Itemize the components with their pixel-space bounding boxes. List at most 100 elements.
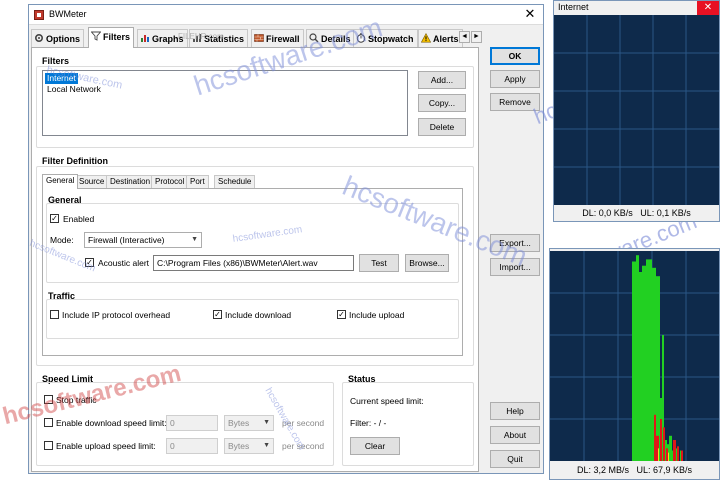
download-activity-bar (656, 276, 660, 461)
filters-listbox[interactable]: Internet Local Network (42, 70, 408, 136)
tab-firewall-label: Firewall (266, 34, 300, 44)
browse-sound-button[interactable]: Browse... (405, 254, 449, 272)
tab-details[interactable]: Details (306, 29, 355, 47)
stop-traffic-checkbox[interactable] (44, 395, 53, 404)
chevron-down-icon: ▼ (263, 442, 270, 449)
tab-filters[interactable]: Filters (88, 27, 135, 48)
mode-label: Mode: (50, 235, 74, 245)
upload-activity-bar (663, 427, 665, 461)
tab-statistics-label: Statistics (204, 34, 245, 44)
download-per-second-label: per second (282, 418, 325, 428)
bwmeter-app-icon (34, 10, 44, 20)
filter-item-internet[interactable]: Internet (45, 73, 78, 84)
tab-options-label: Options (46, 34, 80, 44)
general-subtab-panel: General ✓ Enabled Mode: Firewall (Intera… (42, 188, 463, 356)
close-icon[interactable]: ✕ (523, 7, 537, 21)
ip-overhead-label: Include IP protocol overhead (62, 310, 171, 320)
traffic-graph-canvas (550, 251, 719, 461)
tab-stopwatch-label: Stopwatch (368, 34, 414, 44)
upload-unit-value: Bytes (228, 441, 250, 451)
funnel-icon (91, 31, 101, 41)
subtab-general[interactable]: General (42, 174, 79, 189)
tab-stopwatch[interactable]: Stopwatch (353, 29, 418, 47)
main-tab-strip: Options Filters Graphs Statistics Firewa… (31, 27, 482, 48)
test-sound-button[interactable]: Test (359, 254, 399, 272)
title-bar[interactable]: BWMeter ✕ (29, 5, 543, 25)
overlap-activity-bar (668, 452, 669, 461)
export-button[interactable]: Export... (490, 234, 540, 252)
upload-activity-bar (673, 440, 676, 461)
download-limit-label: Enable download speed limit: (56, 418, 167, 428)
tab-scroll-right-icon[interactable]: ► (471, 31, 482, 43)
include-upload-checkbox[interactable]: ✓ (337, 310, 346, 319)
graph-icon (141, 35, 149, 42)
tab-graphs[interactable]: Graphs (137, 29, 188, 47)
tab-graphs-label: Graphs (152, 34, 184, 44)
ip-overhead-checkbox[interactable] (50, 310, 59, 319)
stopwatch-icon (356, 33, 366, 43)
upload-limit-checkbox[interactable] (44, 441, 53, 450)
download-activity-bar (636, 255, 639, 461)
upload-activity-bar (677, 446, 679, 461)
quit-button[interactable]: Quit (490, 450, 540, 468)
mode-select[interactable]: Firewall (Interactive) ▼ (84, 232, 202, 248)
statistics-icon (193, 34, 201, 42)
internet-graph-grid (554, 15, 719, 205)
upload-limit-unit-select[interactable]: Bytes ▼ (224, 438, 274, 454)
copy-filter-button[interactable]: Copy... (418, 94, 466, 112)
tab-scroll-left-icon[interactable]: ◄ (459, 31, 470, 43)
tab-options[interactable]: Options (31, 29, 84, 47)
help-button[interactable]: Help (490, 402, 540, 420)
tab-firewall[interactable]: Firewall (251, 29, 304, 47)
upload-activity-bar (654, 414, 656, 461)
subtab-destination[interactable]: Destination (106, 175, 155, 188)
filter-definition-tabs: General Source Destination Protocol Port… (42, 174, 462, 189)
clear-status-button[interactable]: Clear (350, 437, 400, 455)
about-button[interactable]: About (490, 426, 540, 444)
ok-button[interactable]: OK (490, 47, 540, 65)
import-button[interactable]: Import... (490, 258, 540, 276)
traffic-graph-window: DL: 3,2 MB/s UL: 67,9 KB/s (549, 248, 720, 480)
remove-button[interactable]: Remove (490, 93, 540, 111)
tab-filters-label: Filters (103, 32, 131, 42)
traffic-bars (632, 255, 683, 461)
tab-alerts[interactable]: Alerts (418, 29, 463, 47)
delete-filter-button[interactable]: Delete (418, 118, 466, 136)
stop-traffic-label: Stop traffic (56, 395, 97, 405)
enabled-checkbox[interactable]: ✓ (50, 214, 59, 223)
mode-select-value: Firewall (Interactive) (88, 235, 165, 245)
download-limit-checkbox[interactable] (44, 418, 53, 427)
apply-button[interactable]: Apply (490, 70, 540, 88)
upload-limit-input[interactable]: 0 (166, 438, 218, 454)
traffic-graph-status: DL: 3,2 MB/s UL: 67,9 KB/s (550, 463, 719, 477)
download-activity-bar (669, 435, 672, 461)
internet-graph-window: Internet ✕ DL: 0,0 KB/s UL: 0,1 KB/s (553, 0, 720, 222)
traffic-graph (550, 251, 719, 461)
subtab-source[interactable]: Source (75, 175, 109, 188)
add-filter-button[interactable]: Add... (418, 71, 466, 89)
filters-tab-panel: Filters Internet Local Network Add... Co… (31, 47, 479, 472)
subtab-port[interactable]: Port (186, 175, 209, 188)
details-icon (309, 33, 319, 43)
subtab-protocol[interactable]: Protocol (151, 175, 189, 188)
traffic-download-rate: DL: 3,2 MB/s (576, 465, 629, 475)
filter-item-local-network[interactable]: Local Network (45, 84, 103, 95)
close-icon[interactable]: ✕ (697, 1, 719, 15)
acoustic-alert-checkbox[interactable]: ✓ (85, 258, 94, 267)
bwmeter-dialog: BWMeter ✕ Options Filters Graphs Statist… (28, 4, 544, 474)
include-download-checkbox[interactable]: ✓ (213, 310, 222, 319)
filters-section-title: Filters (42, 56, 70, 66)
include-upload-label: Include upload (349, 310, 405, 320)
tab-details-label: Details (321, 34, 351, 44)
download-limit-input[interactable]: 0 (166, 415, 218, 431)
warning-icon (421, 33, 431, 43)
internet-upload-rate: UL: 0,1 KB/s (640, 208, 691, 218)
enabled-label: Enabled (63, 214, 95, 224)
download-activity-bar (632, 261, 636, 461)
gear-icon (34, 33, 44, 43)
download-limit-unit-select[interactable]: Bytes ▼ (224, 415, 274, 431)
upload-activity-bar (660, 419, 662, 461)
acoustic-alert-path-input[interactable]: C:\Program Files (x86)\BWMeter\Alert.wav (153, 255, 354, 271)
tab-statistics[interactable]: Statistics (189, 29, 249, 47)
subtab-schedule[interactable]: Schedule (214, 175, 256, 188)
